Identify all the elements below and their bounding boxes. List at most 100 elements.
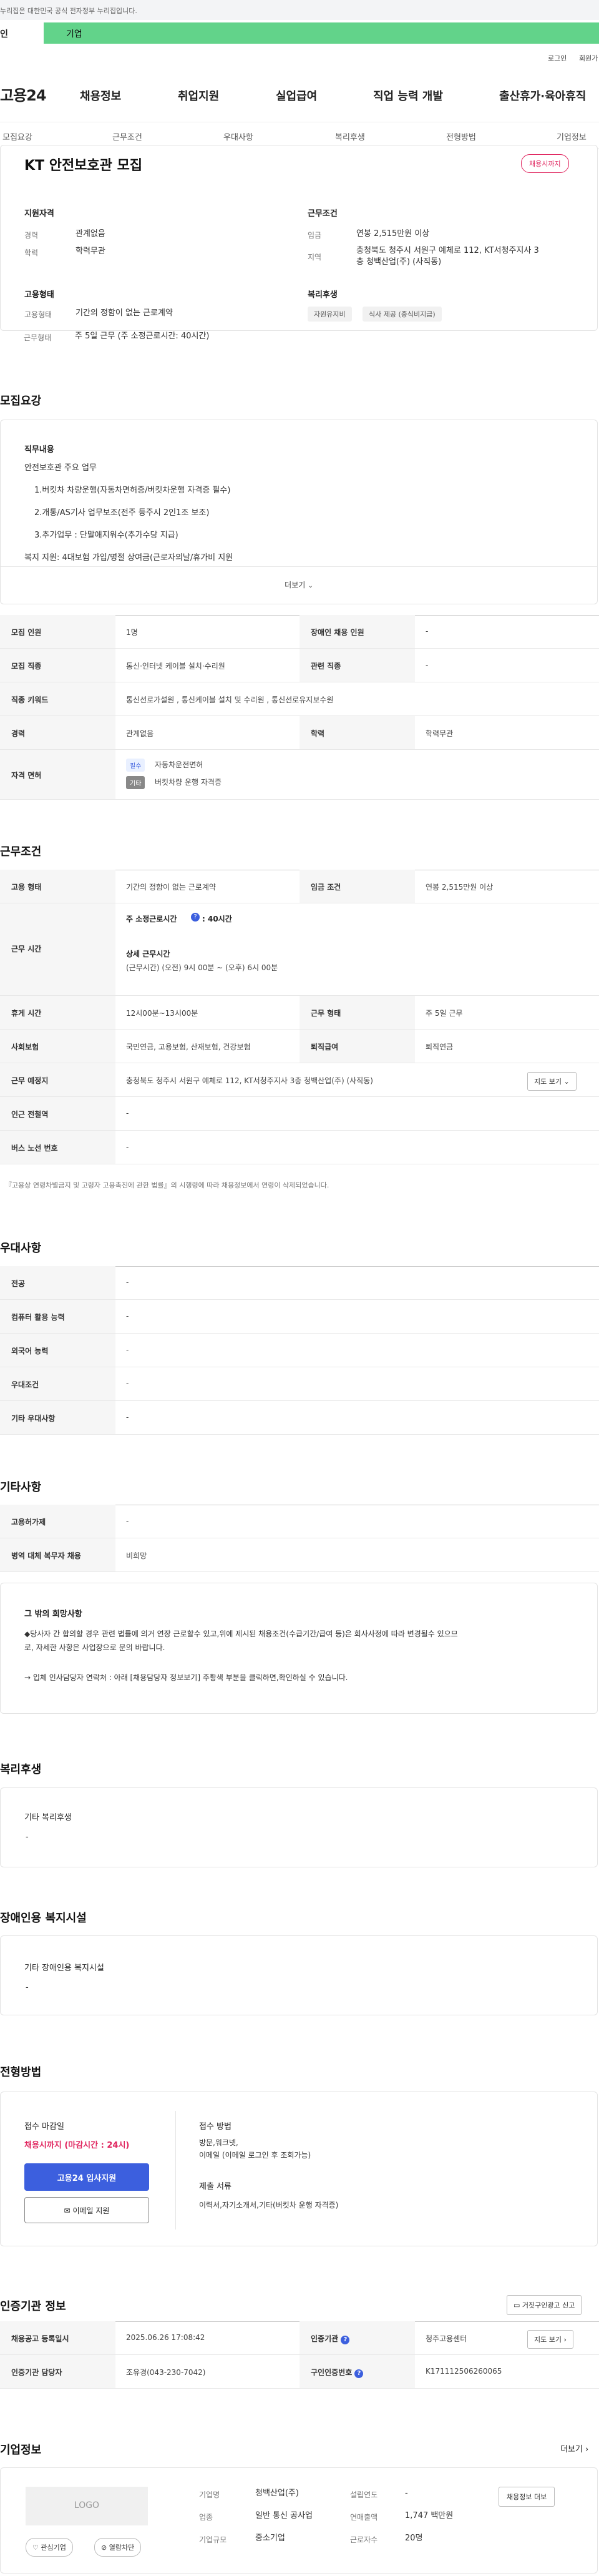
edu-label: 학력 bbox=[24, 248, 39, 257]
row-value: 연봉 2,515만원 이상 bbox=[426, 883, 494, 892]
gnb-item-unemployment-benefit[interactable]: 실업급여 bbox=[276, 87, 317, 104]
row-value: K171112506260065 bbox=[426, 2367, 502, 2376]
work-label: 근무형태 bbox=[24, 333, 52, 342]
row-value: - bbox=[126, 1379, 129, 1388]
gnb-item-vocational-training[interactable]: 직업 능력 개발 bbox=[373, 87, 443, 104]
job-title: KT 안전보호관 모집 bbox=[24, 158, 143, 174]
job-summary-card: KT 안전보호관 모집 채용시까지 지원자격 경력 관계없음 학력 학력무관 근… bbox=[0, 145, 598, 331]
row-header: 직종 키워드 bbox=[0, 682, 115, 715]
row-header: 휴게 시간 bbox=[0, 996, 115, 1029]
exp-value: 관계없음 bbox=[75, 229, 105, 238]
section-title-preference: 우대사항 bbox=[0, 1242, 42, 1255]
favorite-label: 관심기업 bbox=[41, 2544, 66, 2552]
email-apply-button[interactable]: ✉ 이메일 지원 bbox=[24, 2197, 149, 2223]
company-size-value: 중소기업 bbox=[255, 2534, 285, 2543]
edu-value: 학력무관 bbox=[75, 247, 105, 256]
company-jobs-button[interactable]: 채용정보 더보 bbox=[499, 2487, 555, 2507]
detail-hours-title: 상세 근무시간 bbox=[126, 950, 170, 958]
tab-company[interactable]: 기업정보 bbox=[557, 130, 587, 142]
region-value-2: 층 청백산업(주) (사직동) bbox=[356, 257, 442, 267]
company-logo: LOGO bbox=[26, 2487, 148, 2525]
company-size-label: 기업규모 bbox=[199, 2535, 227, 2544]
method-title: 접수 방법 bbox=[199, 2122, 231, 2131]
favorite-company-button[interactable]: ♡ 관심기업 bbox=[26, 2538, 73, 2557]
row-value: - bbox=[126, 1143, 129, 1151]
row-header: 근무 형태 bbox=[300, 996, 415, 1029]
row-value: 통신선로가설원 , 통신케이블 설치 및 수리원 , 통신선로유지보수원 bbox=[126, 696, 334, 704]
tab-screening[interactable]: 전형방법 bbox=[446, 130, 476, 142]
more-button[interactable]: 더보기 ⌄ bbox=[1, 566, 597, 604]
section-title-company: 기업정보 bbox=[0, 2444, 42, 2457]
login-link[interactable]: 로그인 bbox=[548, 53, 567, 63]
row-value: - bbox=[126, 1312, 129, 1320]
tab-welfare[interactable]: 복리후생 bbox=[335, 130, 365, 142]
row-value: - bbox=[126, 1109, 129, 1118]
employees-value: 20명 bbox=[405, 2534, 423, 2543]
region-label: 지역 bbox=[308, 253, 322, 262]
duty-title: 직무내용 bbox=[24, 445, 54, 455]
tab-preference[interactable]: 우대사항 bbox=[223, 130, 253, 142]
row-header: 컴퓨터 활용 능력 bbox=[0, 1300, 115, 1333]
info-icon[interactable]: ? bbox=[341, 2336, 350, 2344]
row-value: 조유경(043-230-7042) bbox=[126, 2368, 206, 2377]
gov-banner: 누리집은 대한민국 공식 전자정부 누리집입니다. bbox=[0, 0, 599, 20]
duty-line: 3.추가업무 : 단말애지워수(추가수당 지급) bbox=[34, 531, 178, 540]
wage-label: 임금 bbox=[308, 231, 322, 240]
row-value: 국민연금, 고용보험, 산재보험, 건강보험 bbox=[126, 1043, 251, 1051]
company-more-link[interactable]: 더보기 › bbox=[560, 2442, 588, 2454]
section-title-screening: 전형방법 bbox=[0, 2066, 42, 2079]
extra-notes-card: 그 밖의 희망사항 ◆당사자 간 합의할 경우 관련 법률에 의거 연장 근로할… bbox=[0, 1583, 598, 1714]
row-header: 우대조건 bbox=[0, 1367, 115, 1400]
employees-label: 근로자수 bbox=[350, 2535, 378, 2544]
map-view-button[interactable]: 지도 보기 › bbox=[527, 2330, 573, 2349]
row-value: 통신·인터넷 케이블 설치·수리원 bbox=[126, 662, 225, 671]
welfare-tag: 식사 제공 (중식비지급) bbox=[363, 307, 442, 322]
wage-value: 연봉 2,515만원 이상 bbox=[356, 229, 430, 238]
divider bbox=[175, 2111, 176, 2229]
row-header: 버스 노선 번호 bbox=[0, 1131, 115, 1164]
table-row: 사회보험 국민연금, 고용보험, 산재보험, 건강보험 퇴직급여 퇴직연금 bbox=[0, 1030, 599, 1063]
block-icon: ⊘ bbox=[101, 2544, 107, 2552]
duty-line: 복지 지원: 4대보험 가입/명절 상여금(근로자의날/휴가비 지원 bbox=[24, 553, 233, 563]
disabled-card-value: - bbox=[26, 1983, 29, 1992]
map-view-button[interactable]: 지도 보기 ⌄ bbox=[527, 1072, 577, 1091]
chevron-down-icon: ⌄ bbox=[308, 583, 313, 589]
sales-label: 연매출액 bbox=[350, 2513, 378, 2522]
table-row: 휴게 시간 12시00분~13시00분 근무 형태 주 5일 근무 bbox=[0, 996, 599, 1030]
disabled-card: 기타 장애인용 복지시설 - bbox=[0, 1935, 598, 2015]
tab-corporate[interactable]: 기업 bbox=[44, 22, 599, 44]
row-value: - bbox=[126, 1413, 129, 1422]
info-icon[interactable]: ? bbox=[191, 913, 200, 922]
industry-value: 일반 통신 공사업 bbox=[255, 2511, 313, 2520]
table-row: 기타 우대사항 - bbox=[0, 1401, 599, 1435]
gnb-item-jobs[interactable]: 채용정보 bbox=[80, 87, 121, 104]
section-title-welfare: 복리후생 bbox=[0, 1763, 42, 1776]
gnb-item-parental-leave[interactable]: 출산휴가·육아휴직 bbox=[499, 87, 586, 104]
company-name-label: 기업명 bbox=[199, 2490, 220, 2499]
row-header: 사회보험 bbox=[0, 1030, 115, 1063]
tab-recruit[interactable]: 모집요강 bbox=[2, 130, 32, 142]
signup-link[interactable]: 회원가 bbox=[579, 53, 598, 63]
weekly-hours-label: 주 소정근로시간 bbox=[126, 915, 177, 923]
gnb-item-employment-support[interactable]: 취업지원 bbox=[178, 87, 219, 104]
site-logo[interactable]: 고용24 bbox=[0, 83, 47, 105]
false-ad-report-button[interactable]: ▭ 거짓구인광고 신고 bbox=[507, 2295, 582, 2315]
row-value: 청주고용센터 bbox=[426, 2334, 467, 2343]
row-header: 인근 전철역 bbox=[0, 1097, 115, 1130]
apply-button[interactable]: 고용24 입사지원 bbox=[24, 2163, 149, 2191]
welfare-title: 복리후생 bbox=[308, 290, 338, 300]
tab-conditions[interactable]: 근무조건 bbox=[112, 130, 142, 142]
row-header: 퇴직급여 bbox=[300, 1030, 415, 1063]
row-header: 구인인증번호 ? bbox=[300, 2355, 415, 2388]
table-row: 모집 인원 1명 장애인 채용 인원 - bbox=[0, 615, 599, 649]
chevron-right-icon: › bbox=[563, 2336, 567, 2344]
row-header: 인증기관 ? bbox=[300, 2321, 415, 2354]
info-icon[interactable]: ? bbox=[354, 2369, 364, 2378]
deadline-value: 채용시까지 (마감시간 : 24시) bbox=[24, 2141, 130, 2150]
tab-personal[interactable]: 인 bbox=[0, 20, 44, 46]
block-view-button[interactable]: ⊘ 열람차단 bbox=[94, 2538, 142, 2557]
row-header: 장애인 채용 인원 bbox=[300, 615, 415, 648]
row-header: 고용허가제 bbox=[0, 1505, 115, 1538]
section-title-recruit: 모집요강 bbox=[0, 395, 42, 408]
table-row: 인증기관 담당자 조유경(043-230-7042) 구인인증번호 ? K171… bbox=[0, 2355, 599, 2389]
